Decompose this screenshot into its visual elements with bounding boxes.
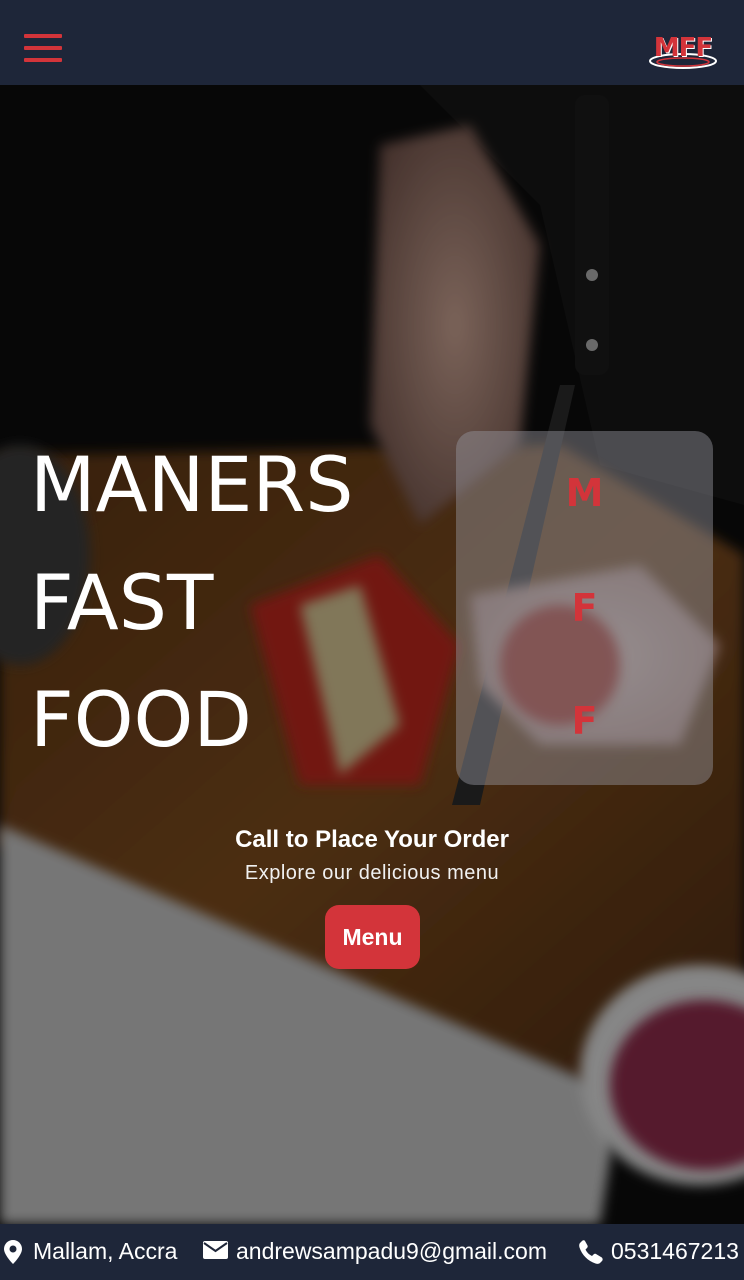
email-text: andrewsampadu9@gmail.com <box>236 1238 547 1264</box>
logo-text: MFF <box>653 33 713 63</box>
brand-logo[interactable]: MFF <box>648 34 718 72</box>
phone-text: 0531467213 <box>611 1238 739 1264</box>
footer-email[interactable]: andrewsampadu9@gmail.com <box>203 1236 563 1266</box>
footer-location[interactable]: Mallam, Accra <box>4 1236 194 1266</box>
cta-title: Call to Place Your Order <box>235 826 509 853</box>
hero-section: MANERS FAST FOOD M F F Call to Place You… <box>0 85 744 1224</box>
panel-letter-f-2: F <box>571 699 598 743</box>
top-navbar: MFF <box>0 0 744 85</box>
panel-letter-f-1: F <box>571 586 598 630</box>
panel-letter-m: M <box>565 471 604 515</box>
mff-letters-panel: M F F <box>456 431 713 785</box>
hero-title-line-1: MANERS <box>30 440 354 529</box>
phone-icon <box>579 1240 603 1264</box>
hero-title-line-3: FOOD <box>30 675 252 764</box>
page: M F F MANERS FAST FOOD M F F Call to Place… <box>0 0 744 1280</box>
cta-subtitle: Explore our delicious menu <box>244 862 500 884</box>
hero-title-line-2: FAST <box>30 558 214 647</box>
envelope-icon <box>203 1241 228 1259</box>
menu-button[interactable]: Menu <box>325 905 420 969</box>
map-pin-icon <box>4 1240 22 1264</box>
location-text: Mallam, Accra <box>33 1238 178 1264</box>
footer-phone[interactable]: 0531467213 <box>579 1236 744 1266</box>
hamburger-icon[interactable] <box>24 34 62 62</box>
contact-footer: Mallam, Accra andrewsampadu9@gmail.com 0… <box>0 1224 744 1280</box>
